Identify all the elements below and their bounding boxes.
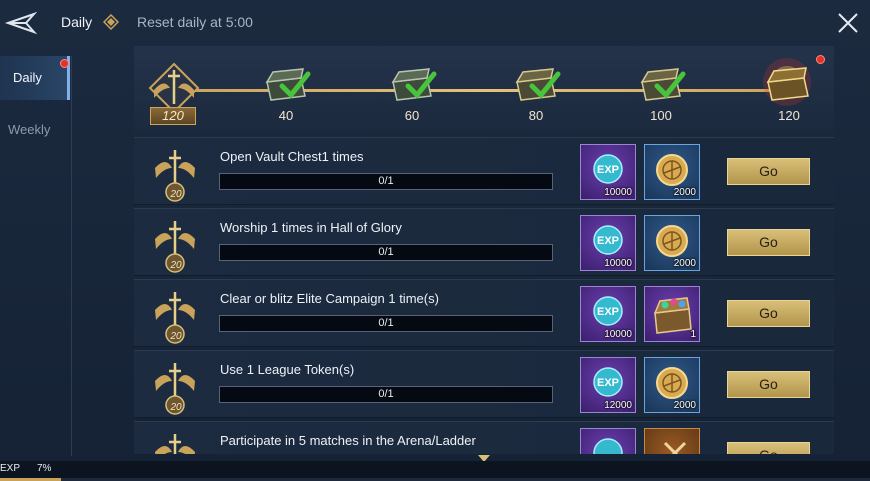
milestone-chest-60[interactable] (387, 64, 437, 112)
reward-item[interactable]: EXP 10000 (580, 215, 636, 271)
exp-percent: 7% (37, 463, 52, 474)
milestone-chest-40[interactable] (261, 64, 311, 112)
svg-text:EXP: EXP (597, 235, 619, 247)
reward-item[interactable] (580, 428, 636, 454)
svg-text:EXP: EXP (597, 377, 619, 389)
progress-text: 0/1 (378, 246, 394, 258)
go-button[interactable]: Go (727, 229, 810, 256)
exp-label: EXP (0, 463, 21, 474)
reset-time-text: Reset daily at 5:00 (137, 14, 253, 30)
milestone-label: 40 (278, 108, 294, 123)
back-arrow-icon[interactable] (4, 9, 40, 37)
go-button[interactable]: Go (727, 442, 810, 454)
reward-amount: 2000 (673, 400, 696, 411)
reward-amount: 12000 (604, 400, 632, 411)
points-value: 20 (170, 260, 182, 271)
check-icon (654, 71, 686, 99)
reward-amount: 2000 (673, 258, 696, 269)
milestone-label: 100 (650, 108, 672, 123)
reward-amount: 10000 (604, 258, 632, 269)
page-title: Daily (61, 14, 93, 30)
milestone-chest-100[interactable] (636, 64, 686, 112)
points-value: 20 (170, 331, 182, 342)
progress-text: 0/1 (378, 175, 394, 187)
go-button[interactable]: Go (727, 158, 810, 185)
top-bar: Daily Reset daily at 5:00 (0, 0, 870, 46)
task-row: 20 Worship 1 times in Hall of Glory 0/1 … (134, 208, 834, 276)
task-row: Participate in 5 matches in the Arena/La… (134, 421, 834, 454)
task-list: 20 Open Vault Chest1 times 0/1 EXP 10000… (134, 137, 834, 454)
sidebar: Daily Weekly (0, 56, 72, 456)
go-button[interactable]: Go (727, 300, 810, 327)
task-name: Clear or blitz Elite Campaign 1 time(s) (220, 291, 439, 306)
check-icon (405, 71, 437, 99)
points-value: 20 (170, 189, 182, 200)
exp-orb-icon (593, 438, 623, 454)
progress-bar: 0/1 (219, 386, 553, 403)
task-name: Use 1 League Token(s) (220, 362, 355, 377)
tab-weekly[interactable]: Weekly (0, 108, 70, 152)
close-icon[interactable] (836, 11, 860, 35)
task-row: 20 Clear or blitz Elite Campaign 1 time(… (134, 279, 834, 347)
reward-item[interactable]: EXP 12000 (580, 357, 636, 413)
progress-text: 0/1 (378, 317, 394, 329)
progress-text: 0/1 (378, 388, 394, 400)
progress-bar: 0/1 (219, 244, 553, 261)
diamond-info-icon[interactable] (103, 14, 119, 30)
exp-bar: EXP 7% (0, 461, 870, 481)
task-row: 20 Use 1 League Token(s) 0/1 EXP 12000 2… (134, 350, 834, 418)
reward-item[interactable]: 2000 (644, 357, 700, 413)
tab-weekly-label: Weekly (8, 122, 51, 137)
reward-item[interactable]: EXP 10000 (580, 144, 636, 200)
notification-dot (60, 59, 69, 68)
milestone-label: 120 (778, 108, 800, 123)
points-badge-icon (155, 434, 195, 454)
milestone-chest-80[interactable] (511, 64, 561, 112)
glow-chest-icon (763, 58, 811, 106)
reward-item[interactable]: 2000 (644, 144, 700, 200)
reward-item[interactable]: 1 (644, 286, 700, 342)
progress-bar: 0/1 (219, 173, 553, 190)
weapon-item-icon (663, 441, 687, 454)
milestone-chest-120[interactable] (763, 58, 814, 112)
check-icon (529, 71, 561, 99)
reward-amount: 10000 (604, 329, 632, 340)
tab-daily-label: Daily (13, 70, 42, 85)
task-name: Participate in 5 matches in the Arena/La… (220, 433, 476, 448)
reward-item[interactable] (644, 428, 700, 454)
reward-amount: 1 (690, 329, 696, 340)
progress-bar: 0/1 (219, 315, 553, 332)
points-value: 20 (170, 402, 182, 413)
reward-item[interactable]: EXP 10000 (580, 286, 636, 342)
task-row: 20 Open Vault Chest1 times 0/1 EXP 10000… (134, 137, 834, 205)
check-icon (279, 71, 311, 99)
notification-dot (816, 55, 825, 64)
svg-text:EXP: EXP (597, 164, 619, 176)
task-name: Worship 1 times in Hall of Glory (220, 220, 402, 235)
milestone-label: 80 (528, 108, 544, 123)
task-name: Open Vault Chest1 times (220, 149, 364, 164)
activity-progress-track: 40 60 80 100 120 (134, 46, 834, 132)
milestone-label: 60 (404, 108, 420, 123)
reward-item[interactable]: 2000 (644, 215, 700, 271)
go-button[interactable]: Go (727, 371, 810, 398)
reward-amount: 10000 (604, 187, 632, 198)
activity-points: 120 (150, 107, 196, 125)
reward-amount: 2000 (673, 187, 696, 198)
svg-text:EXP: EXP (597, 306, 619, 318)
